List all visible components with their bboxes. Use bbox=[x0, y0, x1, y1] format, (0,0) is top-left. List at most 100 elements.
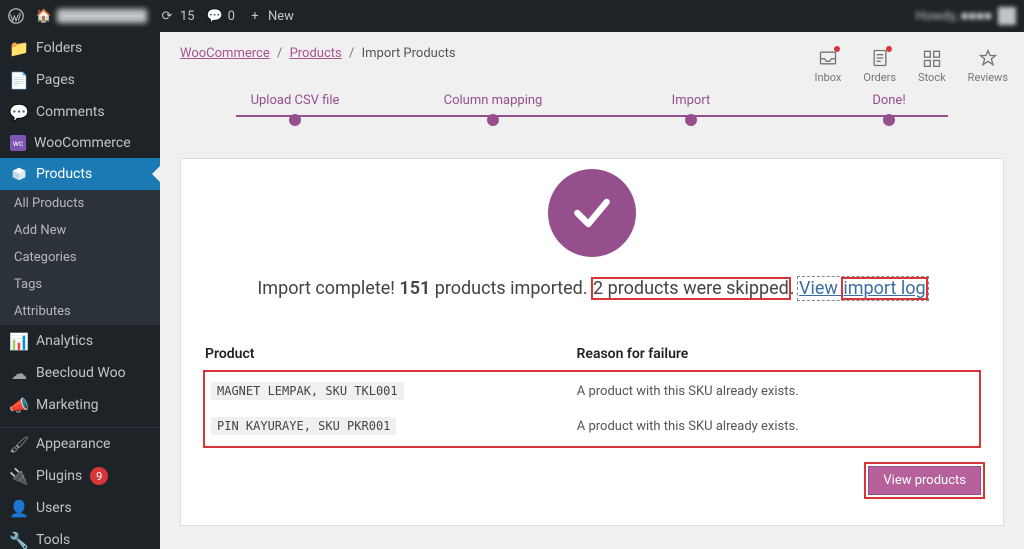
submenu-categories[interactable]: Categories bbox=[0, 244, 160, 271]
tools-icon: 🔧 bbox=[10, 531, 28, 549]
submenu-all-products[interactable]: All Products bbox=[0, 190, 160, 217]
table-row: MAGNET LEMPAK, SKU TKL001 A product with… bbox=[205, 374, 979, 409]
submenu-add-new[interactable]: Add New bbox=[0, 217, 160, 244]
sidebar-item-label: Plugins bbox=[36, 468, 82, 484]
sidebar-item-marketing[interactable]: 📣Marketing bbox=[0, 389, 160, 421]
comments-count: 0 bbox=[228, 9, 235, 24]
site-name[interactable]: 🏠 bbox=[36, 8, 147, 24]
analytics-icon: 📊 bbox=[10, 332, 28, 350]
submenu-tags[interactable]: Tags bbox=[0, 271, 160, 298]
woocommerce-icon: wc bbox=[10, 135, 26, 151]
view-log-link[interactable]: View import log bbox=[799, 278, 927, 299]
sidebar-item-folders[interactable]: 📁 Folders bbox=[0, 32, 160, 64]
sidebar-item-products[interactable]: Products bbox=[0, 158, 160, 190]
sidebar-item-label: Products bbox=[36, 166, 92, 182]
step-label: Column mapping bbox=[394, 93, 592, 108]
sidebar-item-woocommerce[interactable]: wcWooCommerce bbox=[0, 128, 160, 158]
plus-icon: + bbox=[247, 8, 263, 24]
star-icon bbox=[977, 47, 999, 69]
sidebar-item-comments[interactable]: 💬 Comments bbox=[0, 96, 160, 128]
orders-icon bbox=[869, 47, 891, 69]
step-label: Done! bbox=[790, 93, 988, 108]
activity-label: Orders bbox=[863, 71, 896, 84]
crumb-sep: / bbox=[277, 46, 282, 61]
users-icon: 👤 bbox=[10, 499, 28, 517]
log-table-rows: MAGNET LEMPAK, SKU TKL001 A product with… bbox=[203, 370, 981, 448]
sidebar-item-plugins[interactable]: 🔌 Plugins 9 bbox=[0, 460, 160, 492]
sidebar-item-label: Users bbox=[36, 500, 72, 516]
cloud-icon: ☁ bbox=[10, 364, 28, 382]
col-reason: Reason for failure bbox=[577, 346, 979, 362]
activity-inbox[interactable]: Inbox bbox=[815, 47, 842, 84]
sidebar-item-label: Appearance bbox=[36, 436, 110, 452]
stock-icon bbox=[921, 47, 943, 69]
comment-icon: 💬 bbox=[10, 103, 28, 121]
folder-icon: 📁 bbox=[10, 39, 28, 57]
activity-label: Reviews bbox=[968, 71, 1008, 84]
link-view: View bbox=[799, 278, 838, 299]
sidebar-item-label: Pages bbox=[36, 72, 75, 88]
import-count: 151 bbox=[399, 278, 430, 299]
view-products-button[interactable]: View products bbox=[868, 466, 981, 495]
activity-reviews[interactable]: Reviews bbox=[968, 47, 1008, 84]
progress-steps: Upload CSV file Column mapping Import Do… bbox=[196, 87, 988, 130]
sidebar-item-users[interactable]: 👤 Users bbox=[0, 492, 160, 524]
activity-stock[interactable]: Stock bbox=[918, 47, 946, 84]
comments-notif[interactable]: 💬0 bbox=[207, 8, 235, 24]
table-row: PIN KAYURAYE, SKU PKR001 A product with … bbox=[205, 409, 979, 444]
step-done: Done! bbox=[790, 93, 988, 130]
step-upload: Upload CSV file bbox=[196, 93, 394, 130]
skipped-highlight: 2 products were skipped bbox=[592, 278, 790, 299]
failure-reason: A product with this SKU already exists. bbox=[577, 419, 973, 434]
comment-icon: 💬 bbox=[207, 8, 223, 24]
plugin-icon: 🔌 bbox=[10, 467, 28, 485]
col-product: Product bbox=[205, 346, 577, 362]
success-check-icon bbox=[548, 169, 636, 257]
megaphone-icon: 📣 bbox=[10, 396, 28, 414]
avatar[interactable] bbox=[998, 7, 1016, 25]
submenu-attributes[interactable]: Attributes bbox=[0, 298, 160, 325]
notif-dot bbox=[834, 46, 840, 52]
step-label: Import bbox=[592, 93, 790, 108]
new-label: New bbox=[268, 9, 294, 24]
activity-label: Stock bbox=[918, 71, 946, 84]
sidebar-item-label: Beecloud Woo bbox=[36, 365, 126, 381]
wordpress-icon bbox=[8, 8, 24, 24]
home-icon: 🏠 bbox=[36, 8, 52, 24]
sidebar-item-tools[interactable]: 🔧Tools bbox=[0, 524, 160, 549]
import-result-message: Import complete! 151 products imported. … bbox=[201, 275, 983, 304]
step-import: Import bbox=[592, 93, 790, 130]
new-content[interactable]: + New bbox=[247, 8, 294, 24]
msg-imported: products imported. bbox=[430, 278, 592, 299]
sidebar-item-label: Comments bbox=[36, 104, 105, 120]
sidebar-item-analytics[interactable]: 📊 Analytics bbox=[0, 325, 160, 357]
activity-label: Inbox bbox=[815, 71, 842, 84]
products-icon bbox=[10, 165, 28, 183]
msg-prefix: Import complete! bbox=[257, 278, 399, 299]
sidebar-item-appearance[interactable]: 🖌 Appearance bbox=[0, 427, 160, 460]
user-greeting[interactable]: Howdy, ■■■■ bbox=[916, 8, 992, 24]
import-result-card: Import complete! 151 products imported. … bbox=[180, 158, 1004, 526]
inbox-icon bbox=[817, 47, 839, 69]
step-mapping: Column mapping bbox=[394, 93, 592, 130]
sidebar-item-beecloud[interactable]: ☁ Beecloud Woo bbox=[0, 357, 160, 389]
sidebar-item-label: Folders bbox=[36, 40, 82, 56]
updates[interactable]: ⟳ 15 bbox=[159, 8, 195, 24]
wp-logo[interactable] bbox=[8, 8, 24, 24]
notif-dot bbox=[886, 46, 892, 52]
brush-icon: 🖌 bbox=[10, 435, 28, 453]
sidebar-item-label: Analytics bbox=[36, 333, 93, 349]
crumb-products[interactable]: Products bbox=[290, 46, 342, 61]
product-sku: MAGNET LEMPAK, SKU TKL001 bbox=[211, 382, 404, 400]
activity-orders[interactable]: Orders bbox=[863, 47, 896, 84]
failure-reason: A product with this SKU already exists. bbox=[577, 384, 973, 399]
sidebar-item-pages[interactable]: 📄 Pages bbox=[0, 64, 160, 96]
refresh-icon: ⟳ bbox=[159, 8, 175, 24]
updates-count: 15 bbox=[180, 9, 195, 24]
plugins-badge: 9 bbox=[90, 467, 108, 485]
link-log: import log bbox=[842, 278, 926, 299]
crumb-sep: / bbox=[349, 46, 354, 61]
page-icon: 📄 bbox=[10, 71, 28, 89]
crumb-woocommerce[interactable]: WooCommerce bbox=[180, 46, 270, 61]
log-table-header: Product Reason for failure bbox=[203, 342, 981, 370]
